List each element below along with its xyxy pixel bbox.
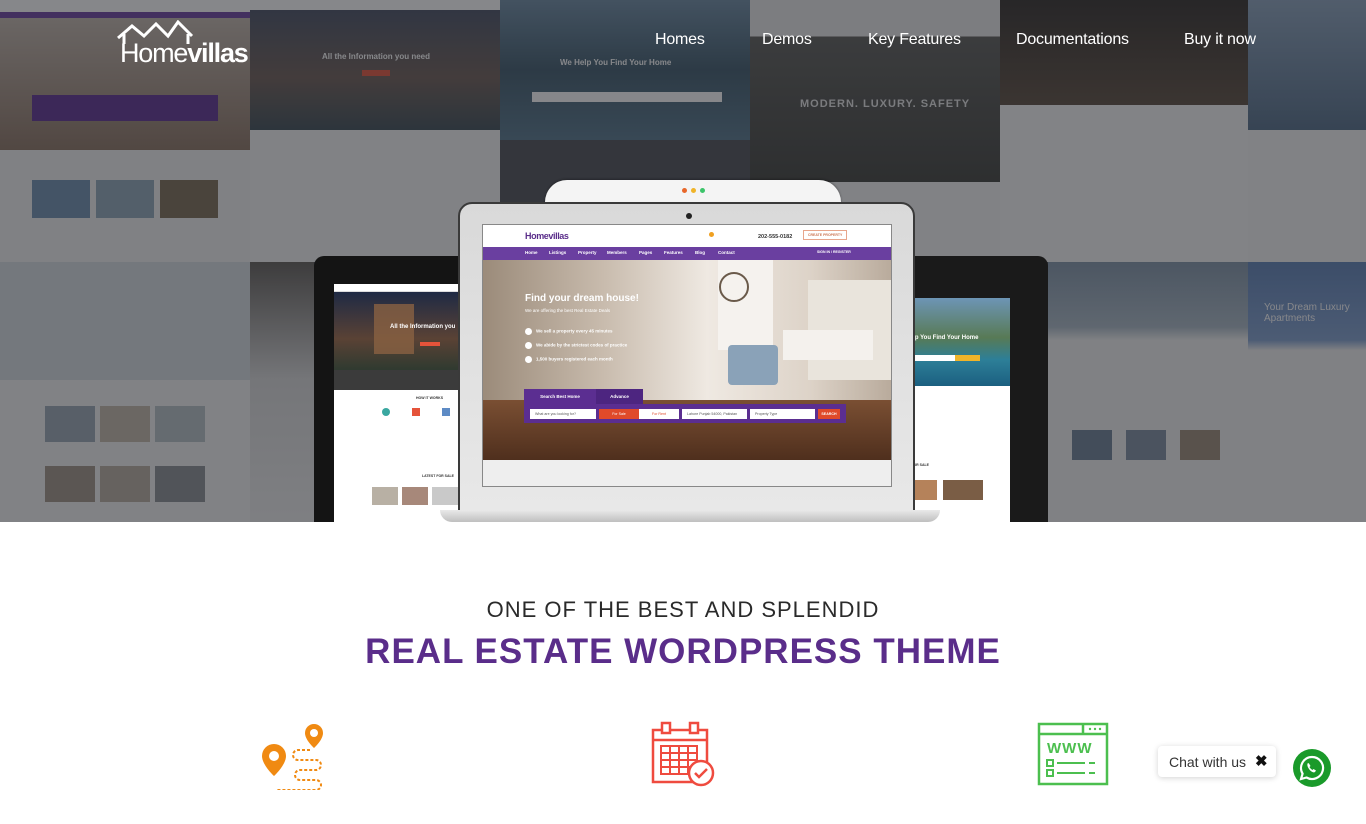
mock-menu-item: Blog [695, 250, 705, 255]
hero-banner: All the Information you need We Help You… [0, 0, 1366, 522]
mock-menu-item: Listings [549, 250, 567, 255]
svg-text:WWW: WWW [1047, 740, 1092, 757]
tablet-left-hero-text: All the Information you [390, 324, 456, 330]
calendar-check-icon [650, 720, 720, 790]
mock-menu-item: Pages [639, 250, 653, 255]
nav-demos[interactable]: Demos [762, 31, 812, 49]
mock-sign-in: SIGN IN / REGISTER [817, 250, 851, 254]
mock-menu-item: Home [525, 250, 538, 255]
whatsapp-button[interactable] [1293, 749, 1331, 787]
mock-site-nav: Home Listings Property Members Pages Fea… [483, 247, 891, 260]
map-route-icon [258, 720, 328, 791]
nav-key-features[interactable]: Key Features [868, 31, 961, 49]
mock-menu-item: Features [664, 250, 683, 255]
intro-headline: REAL ESTATE WORDPRESS THEME [365, 632, 1001, 671]
laptop-mockup: Homevillas 202-555-0182 CREATE PROPERTY … [458, 202, 915, 514]
close-icon[interactable]: ✖ [1255, 752, 1268, 770]
mock-hero-bullet: We abide by the strictest codes of pract… [525, 342, 627, 349]
mock-site-hero: Find your dream house! We are offering t… [483, 260, 891, 460]
laptop-screen: Homevillas 202-555-0182 CREATE PROPERTY … [482, 224, 892, 487]
nav-documentations[interactable]: Documentations [1016, 31, 1129, 49]
mock-search-button: SEARCH [818, 409, 840, 419]
chat-bubble[interactable]: Chat with us ✖ [1158, 746, 1276, 777]
tablet-left-section: LATEST FOR SALE [422, 474, 455, 478]
mock-menu-item: Members [607, 250, 627, 255]
website-www-icon: WWW [1037, 720, 1109, 790]
laptop-base [440, 510, 940, 522]
tablet-left-section: HOW IT WORKS [416, 396, 444, 400]
mock-create-property: CREATE PROPERTY [803, 230, 848, 240]
homevillas-logo[interactable]: Homevillas [114, 20, 249, 68]
laptop-camera [686, 213, 692, 219]
whatsapp-icon [1299, 755, 1325, 781]
window-dot-red [682, 188, 687, 193]
tablet-mockup-left: All the Information you HOW IT WORKS LAT… [314, 256, 474, 522]
mock-hero-bullet: 1,500 buyers registered each month [525, 356, 613, 363]
mock-search-input: What are you looking for? [530, 409, 596, 419]
nav-homes[interactable]: Homes [655, 31, 705, 49]
mock-search-tab: Search Best Home [524, 389, 596, 404]
tablet-mockup-right: We Help You Find Your Home LATEST FOR SA… [895, 256, 1048, 522]
chat-label: Chat with us [1169, 754, 1247, 770]
mock-site-header: Homevillas 202-555-0182 CREATE PROPERTY [483, 225, 891, 247]
mock-for-sale: For Sale [599, 409, 639, 419]
mock-hero-subtitle: We are offering the best Real Estate Dea… [525, 308, 611, 313]
mock-hero-title: Find your dream house! [525, 293, 639, 304]
mock-property-type: Property Type [750, 409, 815, 419]
mock-menu-item: Contact [718, 250, 735, 255]
intro-tagline: ONE OF THE BEST AND SPLENDID [486, 597, 880, 622]
mock-site-phone: 202-555-0182 [758, 234, 793, 240]
mock-site-logo: Homevillas [525, 231, 569, 241]
mock-location: Lahore Punjab 54000, Pakistan [682, 409, 747, 419]
logo-text: Homevillas [120, 38, 249, 68]
tablet-left-screen: All the Information you HOW IT WORKS LAT… [334, 284, 474, 522]
mock-for-rent: For Rent [639, 409, 679, 419]
mock-hero-bullet: We sell a property every 45 minutes [525, 328, 612, 335]
mock-search-box: What are you looking for? For Sale For R… [524, 404, 846, 423]
mock-search-tab: Advance [596, 389, 643, 404]
nav-buy-it-now[interactable]: Buy it now [1184, 31, 1256, 49]
window-dot-green [700, 188, 705, 193]
window-dot-yellow [691, 188, 696, 193]
mock-search-panel: Search Best Home Advance What are you lo… [524, 389, 846, 423]
mock-menu-item: Property [578, 250, 597, 255]
